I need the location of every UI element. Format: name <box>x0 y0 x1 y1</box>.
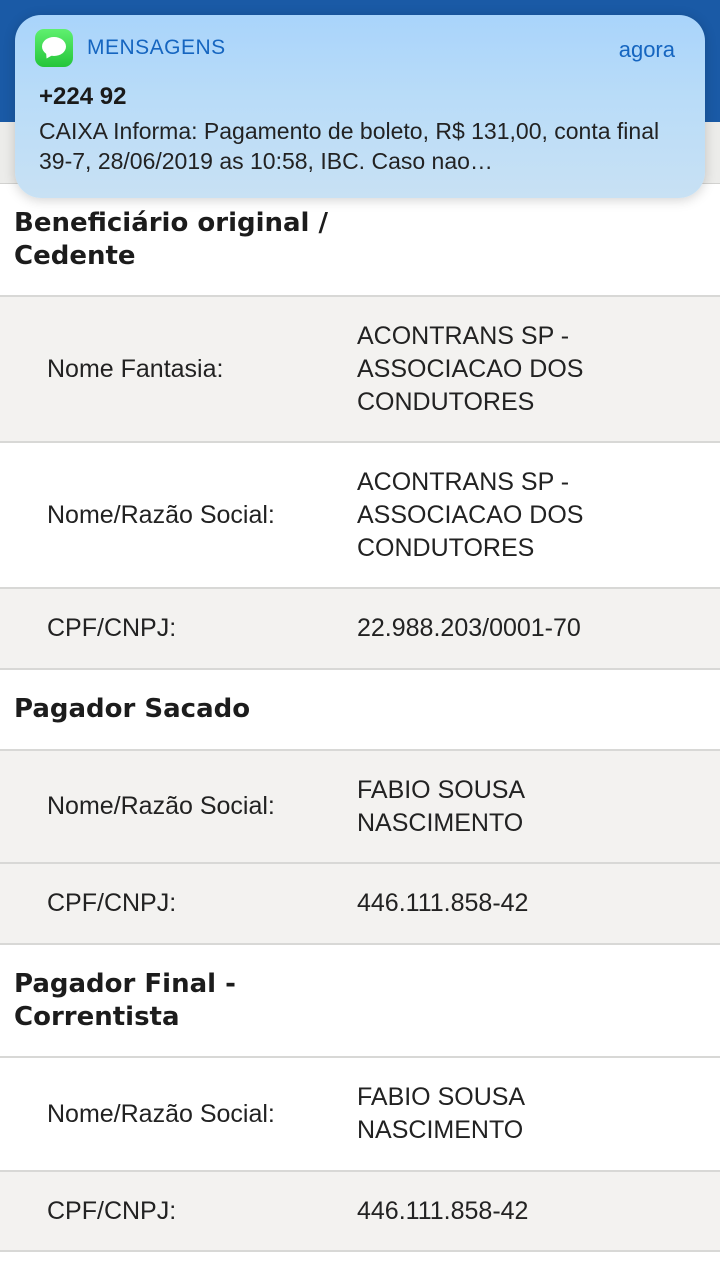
detail-row-cpf-cnpj: CPF/CNPJ: 22.988.203/0001-70 <box>0 589 720 670</box>
field-label: CPF/CNPJ: <box>47 614 177 642</box>
messages-icon <box>35 29 73 67</box>
notification-app-name: MENSAGENS <box>87 36 226 59</box>
section-title: Pagador Final - Correntista <box>14 968 236 1032</box>
field-value: FABIO SOUSA NASCIMENTO <box>357 775 524 837</box>
field-value: ACONTRANS SP - ASSOCIACAO DOS CONDUTORES <box>357 467 584 562</box>
notification-sender: +224 92 <box>39 83 127 110</box>
field-label: Nome/Razão Social: <box>47 792 275 820</box>
field-value: 446.111.858-42 <box>357 1196 529 1225</box>
detail-row-razao-social: Nome/Razão Social: FABIO SOUSA NASCIMENT… <box>0 1058 720 1172</box>
notification-body: CAIXA Informa: Pagamento de boleto, R$ 1… <box>39 118 660 174</box>
detail-row-cpf-cnpj: CPF/CNPJ: 446.111.858-42 <box>0 1172 720 1252</box>
field-label: Nome Fantasia: <box>47 354 224 383</box>
detail-row-cpf-cnpj: CPF/CNPJ: 446.111.858-42 <box>0 864 720 945</box>
field-value: FABIO SOUSA NASCIMENTO <box>357 1083 524 1144</box>
field-label: CPF/CNPJ: <box>47 889 177 917</box>
field-label: Nome/Razão Social: <box>47 1099 275 1128</box>
field-value: ACONTRANS SP - ASSOCIACAO DOS CONDUTORES <box>357 321 584 416</box>
section-title: Pagador Sacado <box>14 694 251 724</box>
section-header-pagador-sacado: Pagador Sacado <box>0 670 720 751</box>
field-value: 446.111.858-42 <box>357 889 529 917</box>
receipt-details: Beneficiário original / Cedente Nome Fan… <box>0 185 720 1280</box>
detail-row-nome-fantasia: Nome Fantasia: ACONTRANS SP - ASSOCIACAO… <box>0 297 720 443</box>
notification-time: agora <box>618 37 675 62</box>
sms-notification-banner[interactable]: MENSAGENS agora +224 92 CAIXA Informa: P… <box>15 15 705 198</box>
field-label: CPF/CNPJ: <box>47 1196 177 1225</box>
field-value: 22.988.203/0001-70 <box>357 614 581 642</box>
detail-row-razao-social: Nome/Razão Social: FABIO SOUSA NASCIMENT… <box>0 751 720 864</box>
detail-row-partial <box>0 1252 720 1280</box>
section-header-beneficiario: Beneficiário original / Cedente <box>0 185 720 297</box>
section-title: Beneficiário original / Cedente <box>14 208 329 271</box>
section-header-pagador-final: Pagador Final - Correntista <box>0 945 720 1058</box>
field-label: Nome/Razão Social: <box>47 500 275 529</box>
detail-row-razao-social: Nome/Razão Social: ACONTRANS SP - ASSOCI… <box>0 443 720 589</box>
